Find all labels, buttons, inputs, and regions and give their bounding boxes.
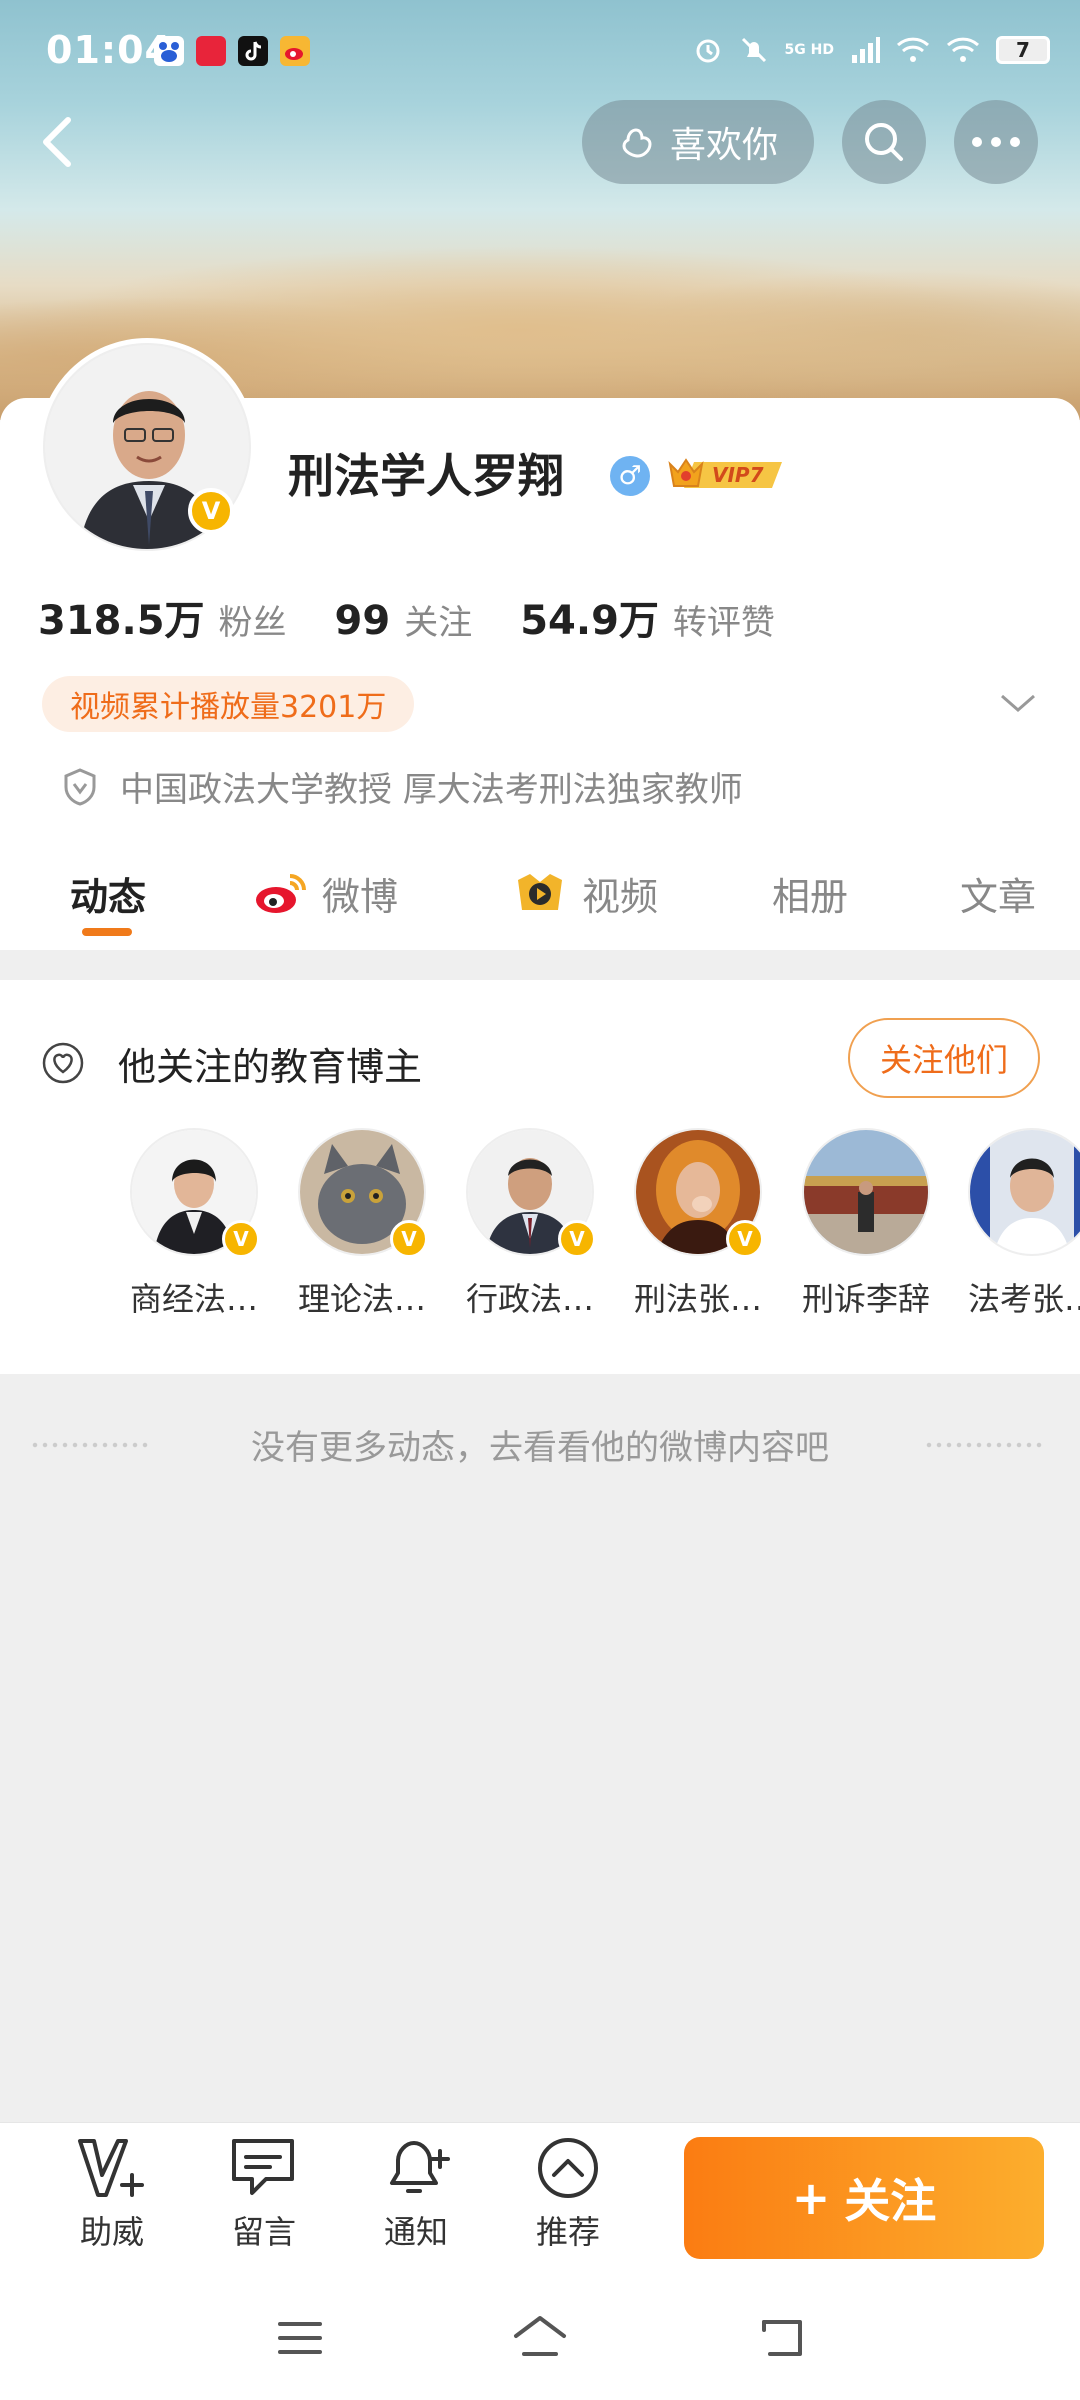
message-board-button[interactable]: 留言 xyxy=(204,2135,324,2253)
notify-button[interactable]: 通知 xyxy=(356,2135,476,2253)
baidu-app-icon xyxy=(154,36,184,66)
profile-avatar[interactable]: V xyxy=(38,338,256,556)
notify-label: 通知 xyxy=(383,2213,448,2251)
wifi-icon xyxy=(896,37,930,62)
blogger-name: 行政法… xyxy=(465,1280,594,1318)
status-bar: 01:04 5G HD 7 xyxy=(0,0,1080,100)
bio-text: 中国政法大学教授 厚大法考刑法独家教师 xyxy=(120,770,743,810)
reposts-count: 54.9万 xyxy=(520,598,659,644)
followers-count[interactable]: 318.5万 xyxy=(38,588,205,646)
recommend-label: 推荐 xyxy=(535,2213,600,2251)
verified-badge-icon: V xyxy=(726,1220,764,1258)
tab-album-label: 相册 xyxy=(772,874,849,919)
verified-badge-icon: V xyxy=(222,1220,260,1258)
heart-circle-icon xyxy=(42,1042,84,1084)
no-more-text[interactable]: 没有更多动态，去看看他的微博内容吧 xyxy=(0,1420,1080,1469)
more-button[interactable] xyxy=(954,100,1038,184)
bottom-action-bar: 助威 留言 通知 推荐 + 关注 xyxy=(0,2122,1080,2278)
blogger-item[interactable]: V 理论法… xyxy=(292,1128,432,1320)
verified-badge-icon: V xyxy=(558,1220,596,1258)
tab-feed-label: 动态 xyxy=(70,874,147,919)
mute-icon xyxy=(741,37,766,63)
follow-button[interactable]: + 关注 xyxy=(684,2137,1044,2259)
battery-indicator: 7 xyxy=(996,36,1050,64)
followers-label[interactable]: 粉丝 xyxy=(219,595,287,644)
blogger-item[interactable]: V 商经法… xyxy=(124,1128,264,1320)
recommend-button[interactable]: 推荐 xyxy=(508,2135,628,2253)
verified-badge-icon: V xyxy=(188,488,234,534)
back-button[interactable] xyxy=(34,112,84,172)
like-you-button[interactable]: 喜欢你 xyxy=(582,100,814,184)
follow-label: 关注 xyxy=(844,2174,937,2228)
xiaohongshu-app-icon xyxy=(196,36,226,66)
blogger-name: 理论法… xyxy=(297,1280,426,1318)
following-label[interactable]: 关注 xyxy=(404,595,472,644)
blogger-name: 商经法… xyxy=(129,1280,258,1318)
reposts-label: 转评赞 xyxy=(672,603,775,643)
vip-badge[interactable]: VIP7 xyxy=(664,450,792,498)
profile-tabs: 动态 微博 视频 相册 文章 xyxy=(0,858,1080,944)
wifi-icon xyxy=(946,37,980,62)
shield-icon xyxy=(64,767,96,806)
blogger-avatar xyxy=(804,1130,928,1254)
blogger-item[interactable]: V 行政法… xyxy=(460,1128,600,1320)
blogger-item[interactable]: 法考张… xyxy=(962,1128,1080,1320)
male-gender-icon: ♂ xyxy=(610,456,650,496)
cheer-button[interactable]: 助威 xyxy=(52,2135,172,2253)
more-icon xyxy=(972,137,1020,147)
tiktok-app-icon xyxy=(238,36,268,66)
blogger-avatar xyxy=(970,1130,1080,1254)
video-play-icon xyxy=(518,874,562,910)
divider-dots xyxy=(924,1442,1042,1448)
tab-weibo-label: 微博 xyxy=(322,874,399,919)
video-plays-badge[interactable]: 视频累计播放量3201万 xyxy=(42,676,415,732)
tab-articles[interactable]: 文章 xyxy=(960,858,1036,928)
weibo-logo-icon xyxy=(256,874,306,913)
like-you-label: 喜欢你 xyxy=(669,125,778,166)
tab-articles-label: 文章 xyxy=(960,874,1037,919)
status-icons: 5G HD 7 xyxy=(693,28,1050,72)
profile-bio: 中国政法大学教授 厚大法考刑法独家教师 xyxy=(62,762,743,811)
vip-label: VIP7 xyxy=(712,463,764,487)
cheer-label: 助威 xyxy=(79,2213,144,2251)
follow-all-button[interactable]: 关注他们 xyxy=(848,1018,1040,1098)
blogger-item[interactable]: V 刑法张… xyxy=(628,1128,768,1320)
following-count[interactable]: 99 xyxy=(335,598,391,644)
verified-badge-icon: V xyxy=(390,1220,428,1258)
bell-plus-icon xyxy=(390,2141,450,2193)
blogger-item[interactable]: 刑诉李辞 xyxy=(796,1128,936,1320)
tab-weibo[interactable]: 微博 xyxy=(254,858,398,928)
search-icon xyxy=(865,123,903,161)
chevron-left-icon xyxy=(43,117,71,167)
comment-icon xyxy=(232,2139,294,2195)
section-title: 他关注的教育博主 xyxy=(118,1045,423,1089)
no-more-content-notice: 没有更多动态，去看看他的微博内容吧 xyxy=(0,1420,1080,1470)
chevron-down-icon[interactable] xyxy=(998,688,1038,718)
alarm-icon xyxy=(696,39,720,63)
signal-icon xyxy=(852,37,880,63)
blogger-name: 法考张… xyxy=(967,1280,1080,1318)
tab-video-label: 视频 xyxy=(582,874,659,919)
message-board-label: 留言 xyxy=(231,2213,296,2251)
menu-icon[interactable] xyxy=(276,2318,324,2358)
cheer-v-plus-icon xyxy=(78,2139,144,2197)
chevron-up-circle-icon xyxy=(538,2138,598,2198)
weibo-app-icon xyxy=(280,36,310,66)
system-navigation-bar xyxy=(0,2278,1080,2400)
tab-feed[interactable]: 动态 xyxy=(70,858,146,928)
profile-stats: 318.5万 粉丝 99 关注 54.9万 转评赞 xyxy=(38,588,823,646)
tab-video[interactable]: 视频 xyxy=(512,858,658,928)
network-indicator: 5G HD xyxy=(784,42,834,58)
blogger-name: 刑法张… xyxy=(633,1280,762,1318)
plus-icon: + xyxy=(791,2171,831,2225)
search-button[interactable] xyxy=(842,100,926,184)
home-icon[interactable] xyxy=(512,2314,568,2360)
active-tab-indicator xyxy=(82,928,132,936)
profile-name: 刑法学人罗翔 xyxy=(288,449,564,503)
blogger-name: 刑诉李辞 xyxy=(801,1280,930,1318)
back-nav-icon[interactable] xyxy=(756,2314,808,2360)
tab-album[interactable]: 相册 xyxy=(772,858,848,928)
hand-heart-icon xyxy=(622,128,652,158)
